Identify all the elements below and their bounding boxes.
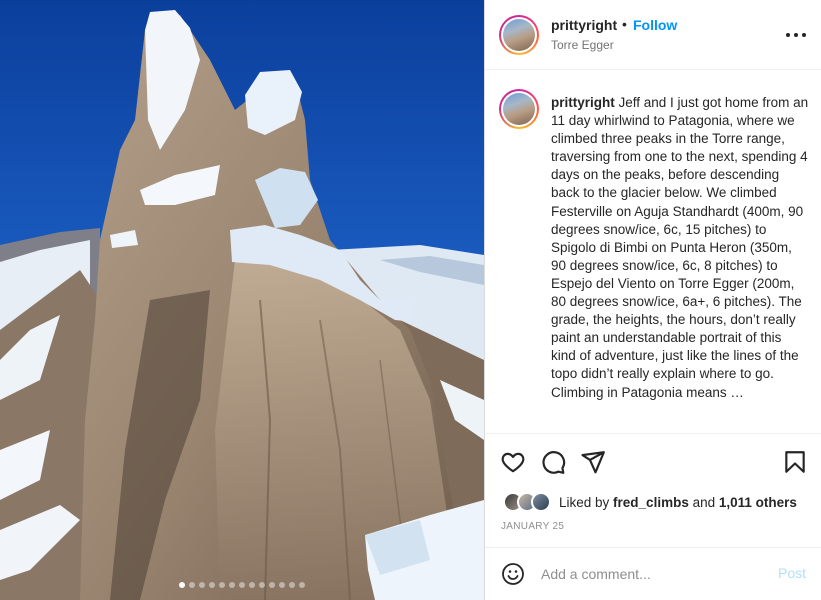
- carousel-dot[interactable]: [179, 582, 185, 588]
- post-location[interactable]: Torre Egger: [551, 38, 614, 52]
- likes-others-count[interactable]: 1,011 others: [719, 495, 797, 510]
- carousel-dot[interactable]: [269, 582, 275, 588]
- caption-text: prittyright Jeff and I just got home fro…: [551, 94, 809, 402]
- comment-icon[interactable]: [540, 449, 566, 475]
- bookmark-icon[interactable]: [782, 449, 808, 475]
- mountain-photo: [0, 0, 484, 600]
- carousel-indicator: [0, 582, 484, 588]
- carousel-dot[interactable]: [199, 582, 205, 588]
- author-avatar[interactable]: [499, 15, 539, 55]
- liker-username[interactable]: fred_climbs: [613, 495, 689, 510]
- post-date[interactable]: JANUARY 25: [501, 521, 564, 532]
- likes-prefix: Liked by: [559, 494, 614, 510]
- comment-input[interactable]: [541, 562, 761, 586]
- follow-button[interactable]: Follow: [633, 17, 677, 33]
- carousel-dot[interactable]: [279, 582, 285, 588]
- caption-section: prittyright Jeff and I just got home fro…: [485, 71, 821, 433]
- action-bar: Liked by fred_climbs and 1,011 others JA…: [485, 433, 821, 600]
- caption-avatar[interactable]: [499, 89, 539, 129]
- separator-dot: •: [622, 16, 627, 32]
- smiley-icon[interactable]: [501, 562, 525, 586]
- carousel-dot[interactable]: [229, 582, 235, 588]
- likes-summary[interactable]: Liked by fred_climbs and 1,011 others: [503, 491, 797, 513]
- carousel-dot[interactable]: [219, 582, 225, 588]
- liker-avatar: [531, 492, 551, 512]
- carousel-dot[interactable]: [239, 582, 245, 588]
- carousel-dot[interactable]: [249, 582, 255, 588]
- post-header: prittyright • Follow Torre Egger: [485, 0, 821, 70]
- carousel-dot[interactable]: [289, 582, 295, 588]
- post-photo[interactable]: [0, 0, 484, 600]
- post-side-panel: prittyright • Follow Torre Egger prittyr…: [484, 0, 821, 600]
- heart-icon[interactable]: [500, 449, 526, 475]
- author-username[interactable]: prittyright: [551, 17, 617, 33]
- carousel-dot[interactable]: [209, 582, 215, 588]
- carousel-dot[interactable]: [299, 582, 305, 588]
- caption-body: Jeff and I just got home from an 11 day …: [551, 95, 809, 400]
- comment-bar: Post: [485, 547, 821, 600]
- paper-plane-icon[interactable]: [580, 449, 606, 475]
- carousel-dot[interactable]: [259, 582, 265, 588]
- post-comment-button[interactable]: Post: [778, 565, 806, 581]
- carousel-dot[interactable]: [189, 582, 195, 588]
- likes-text: Liked by fred_climbs and 1,011 others: [559, 495, 797, 510]
- likes-and: and: [688, 494, 719, 510]
- more-horizontal-icon[interactable]: [786, 25, 806, 45]
- caption-username[interactable]: prittyright: [551, 95, 615, 110]
